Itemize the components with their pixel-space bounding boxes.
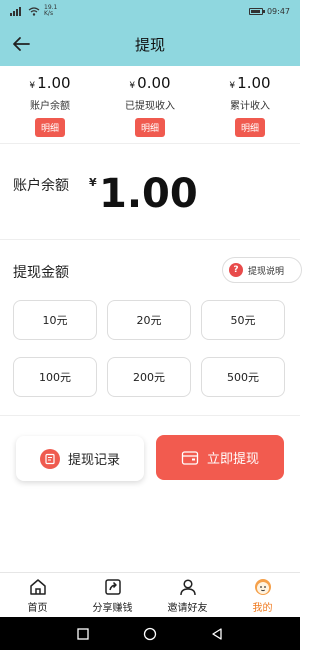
summary-withdrawn: ¥0.00 已提现收入 明细 — [100, 66, 200, 143]
status-bar: 19.1 K/s 09:47 — [0, 0, 300, 22]
withdraw-record-button[interactable]: 提现记录 — [16, 436, 144, 481]
question-icon: ? — [229, 263, 243, 277]
withdrawn-detail-button[interactable]: 明细 — [134, 118, 165, 137]
tab-home[interactable]: 首页 — [0, 573, 75, 617]
summary-value: ¥0.00 — [129, 74, 171, 92]
income-summary: ¥1.00 账户余额 明细 ¥0.00 已提现收入 明细 ¥1.00 累计收入 … — [0, 66, 300, 144]
back-arrow-icon[interactable] — [10, 33, 32, 55]
summary-balance: ¥1.00 账户余额 明细 — [0, 66, 100, 143]
system-nav-bar — [0, 617, 300, 650]
withdraw-record-label: 提现记录 — [67, 453, 120, 468]
balance-amount: 1.00 — [99, 171, 198, 217]
total-detail-button[interactable]: 明细 — [234, 118, 265, 137]
tab-label: 邀请好友 — [167, 602, 208, 614]
amount-option[interactable]: 10元 — [13, 300, 97, 340]
summary-value: ¥1.00 — [29, 74, 71, 92]
home-icon — [29, 578, 46, 595]
tab-label: 首页 — [27, 602, 48, 614]
network-speed-unit: K/s — [44, 10, 54, 17]
balance-currency: ¥ — [89, 176, 97, 189]
withdraw-now-button[interactable]: 立即提现 — [156, 435, 284, 480]
amount-option[interactable]: 50元 — [201, 300, 285, 340]
signal-icon — [10, 6, 21, 16]
battery-icon — [248, 7, 265, 15]
home-circle-icon[interactable] — [143, 627, 157, 641]
record-icon — [39, 448, 60, 469]
withdraw-amount-title: 提现金额 — [13, 265, 69, 281]
summary-label: 已提现收入 — [125, 101, 175, 112]
tab-label: 分享赚钱 — [92, 602, 133, 614]
recent-apps-icon[interactable] — [76, 627, 90, 641]
withdraw-explain-button[interactable]: ? 提现说明 — [222, 257, 302, 283]
summary-value: ¥1.00 — [229, 74, 271, 92]
amount-option[interactable]: 500元 — [201, 357, 285, 397]
summary-total: ¥1.00 累计收入 明细 — [200, 66, 300, 143]
back-triangle-icon[interactable] — [210, 627, 224, 641]
tab-invite-friends[interactable]: 邀请好友 — [150, 573, 225, 617]
wifi-icon — [28, 6, 40, 16]
summary-label: 累计收入 — [230, 101, 270, 112]
tab-share-earn[interactable]: 分享赚钱 — [75, 573, 150, 617]
section-divider — [0, 415, 300, 416]
share-icon — [104, 578, 121, 595]
amount-option[interactable]: 100元 — [13, 357, 97, 397]
profile-face-icon — [254, 578, 271, 595]
account-balance: 账户余额 ¥ 1.00 — [0, 160, 300, 240]
network-speed: 19.1 K/s — [44, 5, 57, 17]
page-title: 提现 — [134, 35, 165, 54]
tab-label: 我的 — [252, 602, 273, 614]
tab-mine[interactable]: 我的 — [225, 573, 300, 617]
withdraw-explain-label: 提现说明 — [248, 266, 285, 277]
top-header: 提现 — [0, 22, 300, 66]
amount-option[interactable]: 20元 — [107, 300, 191, 340]
bottom-tab-bar: 首页 分享赚钱 邀请好友 我的 — [0, 572, 300, 617]
user-icon — [179, 578, 196, 595]
balance-label: 账户余额 — [13, 178, 69, 194]
balance-detail-button[interactable]: 明细 — [34, 118, 65, 137]
wallet-icon — [181, 450, 199, 465]
clock: 09:47 — [266, 6, 290, 16]
summary-label: 账户余额 — [30, 101, 70, 112]
amount-option[interactable]: 200元 — [107, 357, 191, 397]
withdraw-now-label: 立即提现 — [206, 452, 259, 467]
